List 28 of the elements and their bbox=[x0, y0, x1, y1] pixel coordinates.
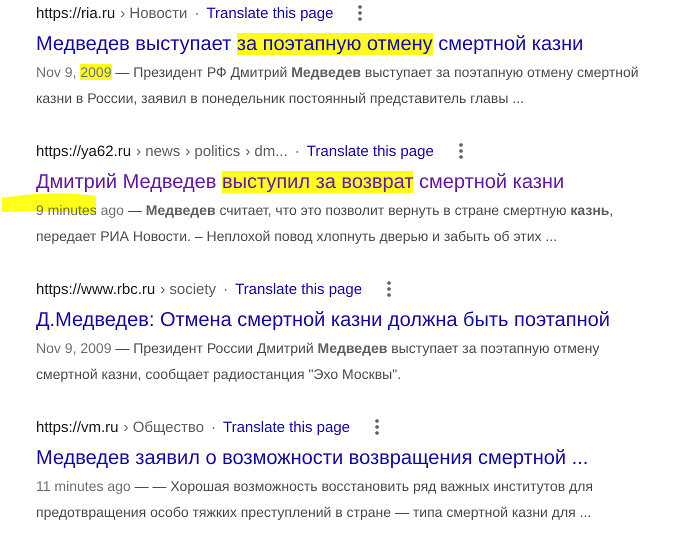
breadcrumb: › politics bbox=[185, 142, 240, 160]
breadcrumb: › news bbox=[136, 142, 180, 160]
result-url: https://vm.ru bbox=[36, 418, 119, 436]
more-options-icon[interactable] bbox=[358, 5, 362, 21]
result-title-link[interactable]: Медведев выступает за поэтапную отмену смертной казни bbox=[36, 30, 584, 58]
translate-link[interactable]: Translate this page bbox=[206, 4, 334, 22]
result-title-link[interactable]: Медведев заявил о возможности возвращения смертной ... bbox=[36, 444, 588, 472]
result-url: https://ya62.ru bbox=[36, 142, 132, 160]
breadcrumb: › Общество bbox=[124, 418, 204, 436]
more-options-icon[interactable] bbox=[458, 143, 463, 159]
breadcrumb: › Новости bbox=[120, 4, 188, 22]
translate-link[interactable]: Translate this page bbox=[306, 142, 434, 160]
separator-dot: · bbox=[194, 4, 200, 22]
translate-link[interactable]: Translate this page bbox=[235, 280, 362, 298]
separator-dot: · bbox=[223, 280, 228, 298]
more-options-icon[interactable] bbox=[375, 419, 380, 435]
breadcrumb: › dm... bbox=[245, 142, 288, 160]
result-snippet: Nov 9, 2009 — Президент России Дмитрий Медведев выступает за поэтапную отмену смертной казни, сообщает радиостанция "Эхо Москвы". bbox=[36, 339, 600, 384]
more-options-icon[interactable] bbox=[387, 281, 392, 297]
result-snippet: Nov 9, 2009 — Президент РФ Дмитрий Медведев выступает за поэтапную отмену смертной казни в России, заявил в понедельник постоянный представитель главы ... bbox=[36, 63, 640, 108]
separator-dot: · bbox=[210, 418, 216, 436]
result-title-link[interactable]: Д.Медведев: Отмена смертной казни должна быть поэтапной bbox=[36, 306, 610, 334]
separator-dot: · bbox=[294, 142, 300, 160]
breadcrumb: › society bbox=[160, 280, 216, 298]
translate-link[interactable]: Translate this page bbox=[222, 418, 350, 436]
result-url: https://ria.ru bbox=[36, 4, 116, 22]
result-snippet: 11 minutes ago — — Хорошая возможность восстановить ряд важных институтов для предотвращения особо тяжких преступлений в стране — типа смертной казни для ... bbox=[36, 477, 594, 522]
result-url: https://www.rbc.ru bbox=[36, 280, 156, 298]
